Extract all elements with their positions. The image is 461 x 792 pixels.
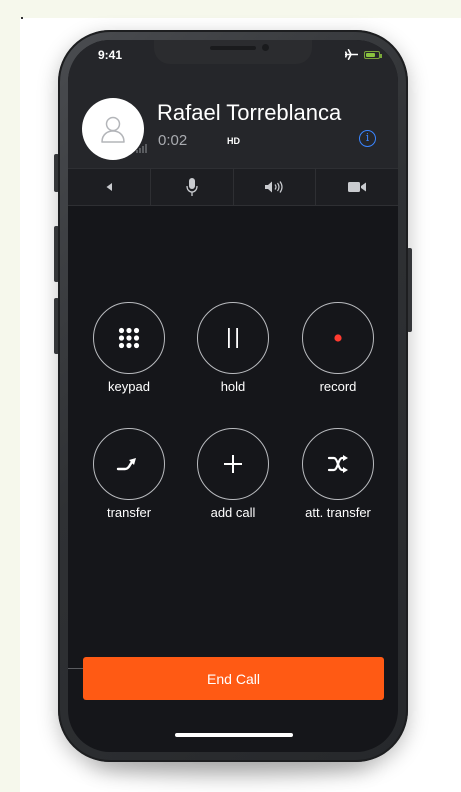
hold-action[interactable]: hold [183, 302, 283, 394]
plus-icon [224, 455, 242, 473]
microphone-icon [185, 178, 198, 196]
record-icon [334, 334, 342, 342]
add-call-button[interactable] [197, 428, 269, 500]
transfer-button[interactable] [93, 428, 165, 500]
pause-icon [228, 328, 238, 348]
caller-name: Rafael Torreblanca [157, 100, 342, 125]
phone-screen: 9:41 Rafael Torreblanca 0:02 HD i keypad… [68, 40, 398, 752]
status-icons [345, 49, 382, 60]
speaker-icon [265, 181, 283, 193]
notch [154, 40, 312, 64]
transfer-label: transfer [106, 505, 152, 520]
record-label: record [319, 379, 357, 394]
info-icon[interactable]: i [359, 130, 376, 147]
signal-icon [136, 144, 147, 153]
home-indicator[interactable] [175, 733, 293, 737]
battery-level [366, 52, 375, 57]
att-transfer-action[interactable]: att. transfer [288, 428, 388, 520]
hold-button[interactable] [197, 302, 269, 374]
video-camera-icon [348, 182, 367, 192]
divider [68, 668, 83, 669]
end-call-button[interactable]: End Call [83, 657, 384, 700]
add-call-label: add call [210, 505, 256, 520]
volume-low-icon [106, 183, 112, 191]
transfer-action[interactable]: transfer [79, 428, 179, 520]
toolbar-video[interactable] [316, 169, 398, 205]
record-button[interactable] [302, 302, 374, 374]
keypad-icon [118, 327, 140, 349]
keypad-action[interactable]: keypad [79, 302, 179, 394]
battery-cap [380, 53, 382, 58]
keypad-button[interactable] [93, 302, 165, 374]
battery-icon [364, 50, 382, 59]
add-call-action[interactable]: add call [183, 428, 283, 520]
record-action[interactable]: record [288, 302, 388, 394]
background-dot [21, 17, 23, 19]
airplane-icon [345, 49, 358, 60]
toolbar-speaker[interactable] [234, 169, 317, 205]
front-camera [262, 44, 269, 51]
att-transfer-button[interactable] [302, 428, 374, 500]
status-time: 9:41 [98, 48, 123, 62]
hold-label: hold [220, 379, 246, 394]
toolbar-mute[interactable] [151, 169, 234, 205]
hd-badge: HD [227, 136, 240, 146]
earpiece-speaker [210, 46, 256, 50]
background-strip-top [0, 0, 461, 18]
call-toolbar [68, 168, 398, 206]
background-strip-left [0, 0, 20, 792]
shuffle-icon [327, 455, 348, 473]
avatar[interactable] [82, 98, 144, 160]
transfer-arrow-icon [116, 458, 136, 471]
contact-person-icon [101, 116, 125, 143]
toolbar-volume-left[interactable] [68, 169, 151, 205]
call-duration: 0:02 [158, 132, 188, 149]
att-transfer-label: att. transfer [305, 505, 371, 520]
keypad-label: keypad [108, 379, 150, 394]
